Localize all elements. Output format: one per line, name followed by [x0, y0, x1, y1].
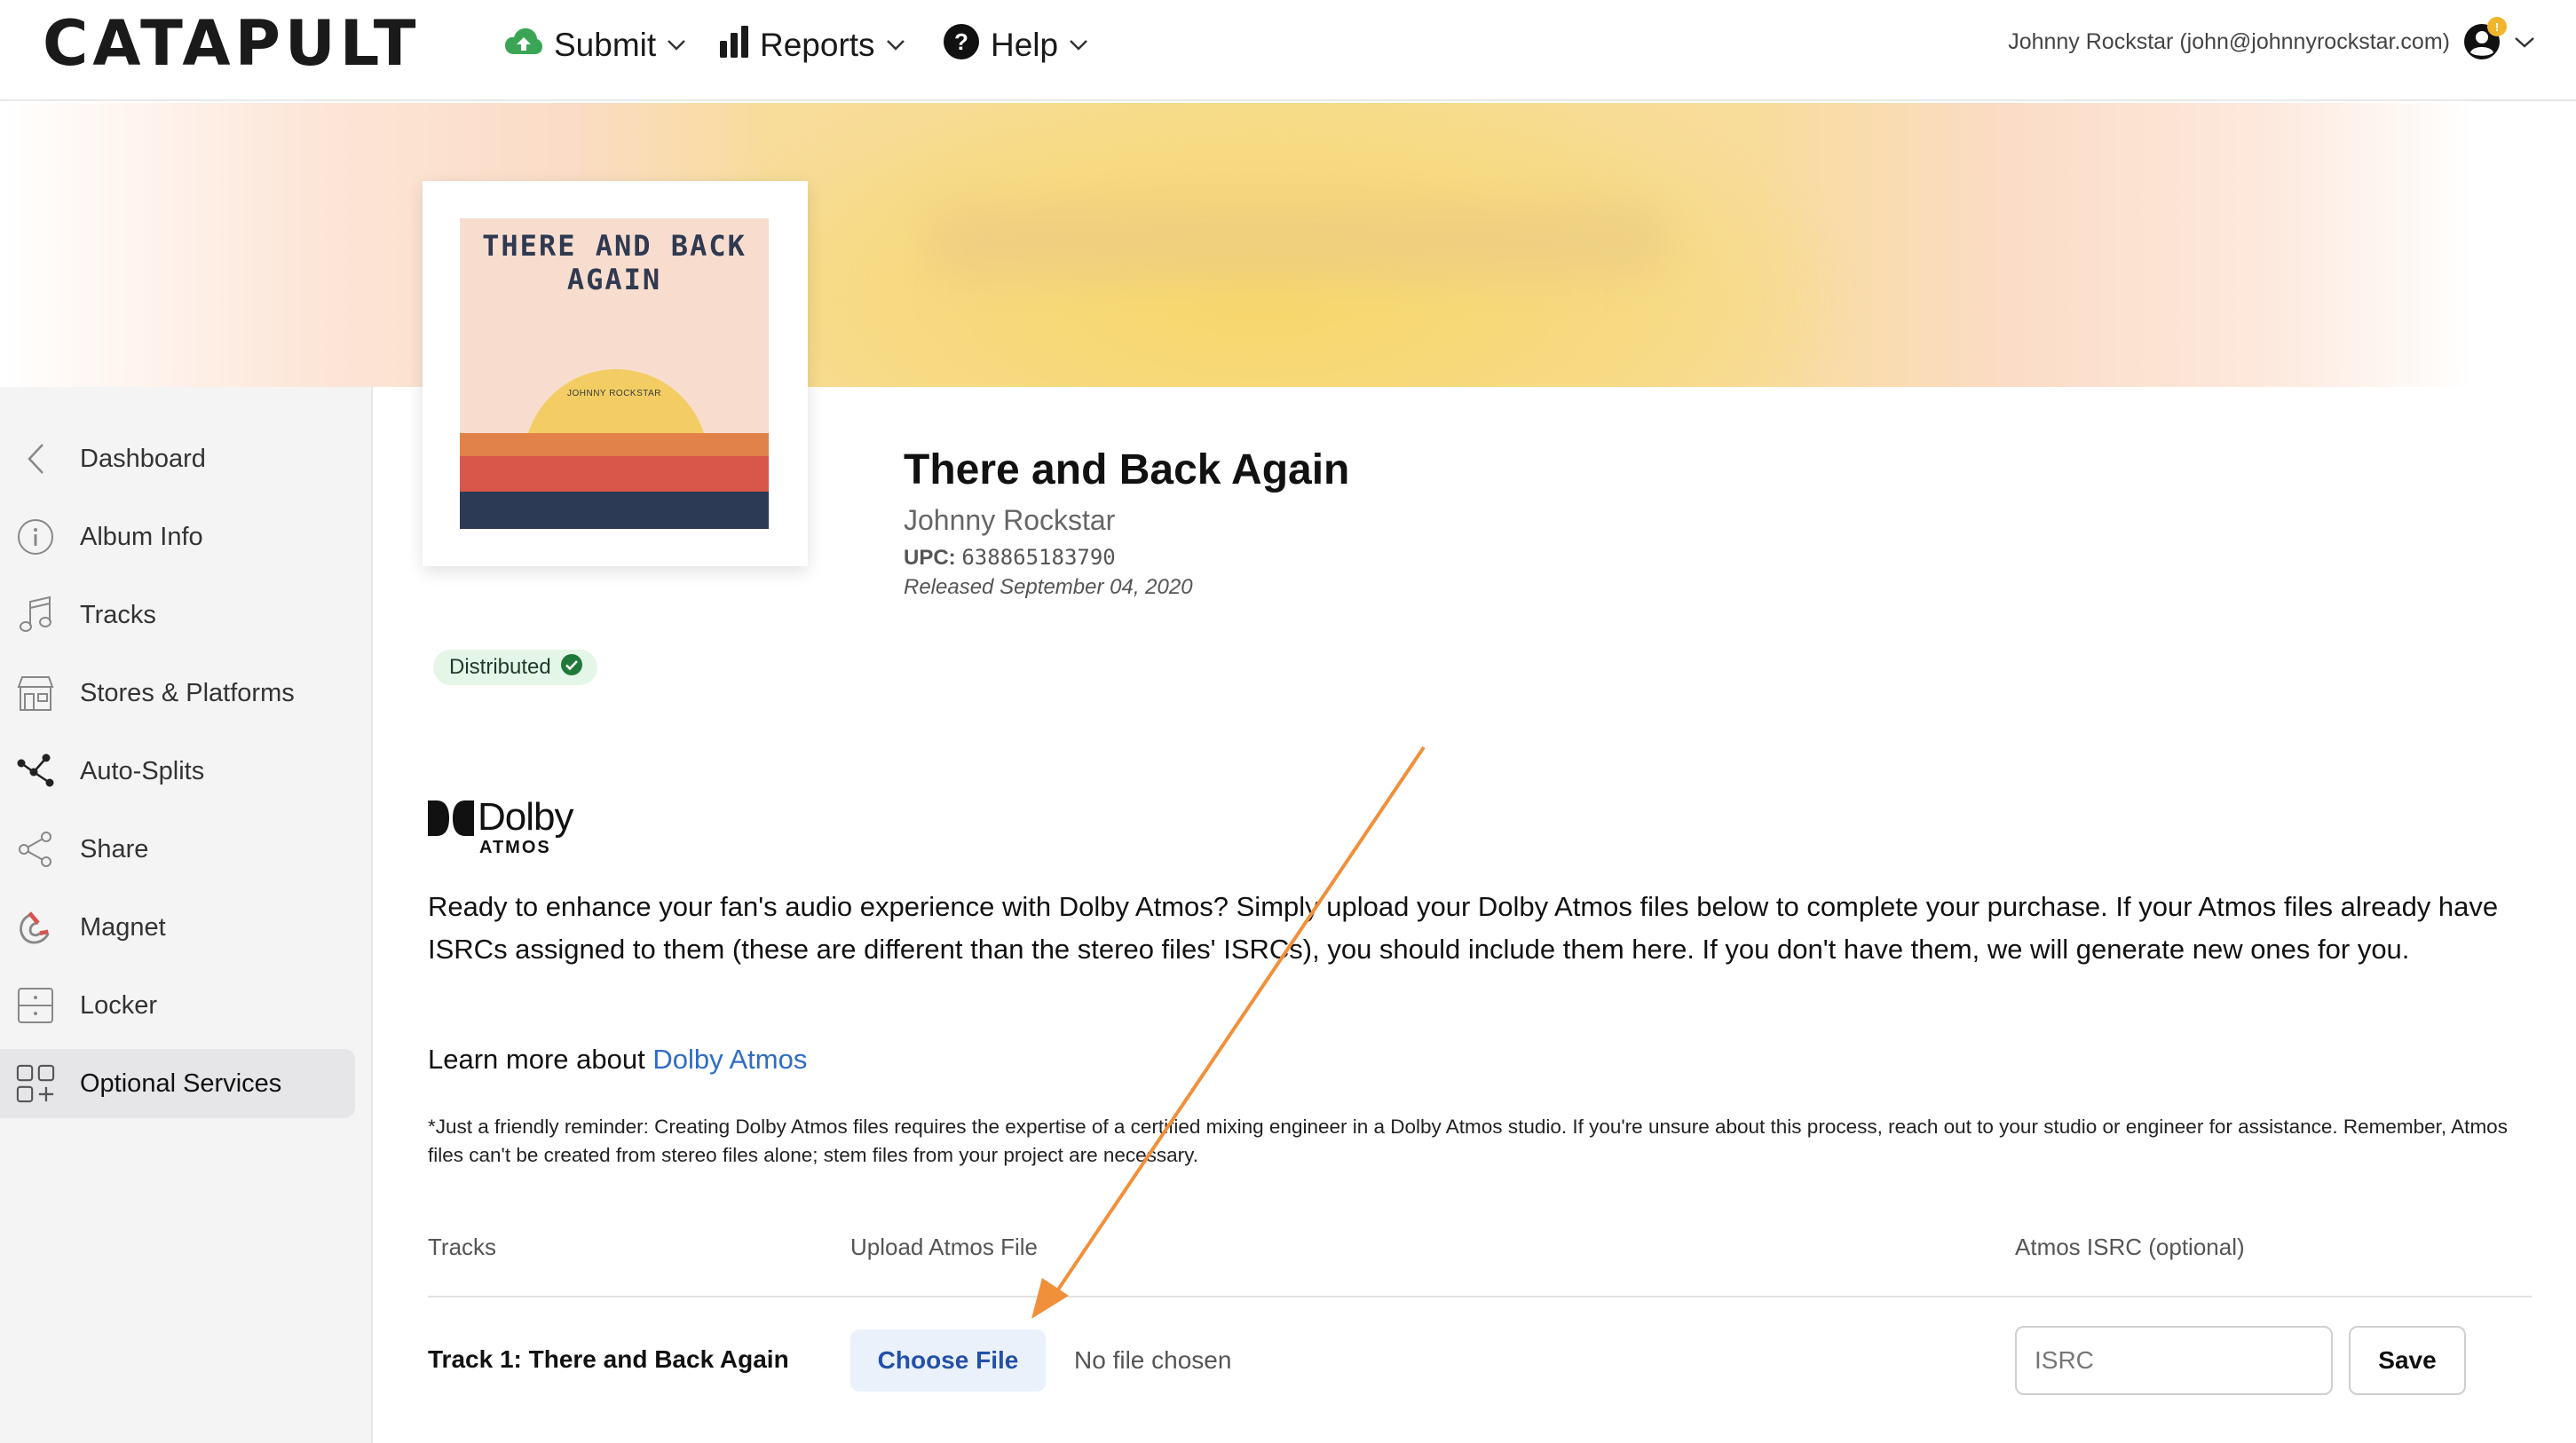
album-artist: Johnny Rockstar — [904, 504, 1116, 536]
sidebar-item-label: Share — [80, 834, 149, 863]
album-upc: UPC: 638865183790 — [904, 545, 1116, 571]
album-cover-stripe-navy — [460, 492, 769, 529]
isrc-input[interactable] — [2015, 1326, 2333, 1395]
atmos-wordmark: ATMOS — [479, 838, 551, 857]
sidebar-item-label: Tracks — [80, 600, 156, 629]
column-header-upload: Upload Atmos File — [850, 1234, 1038, 1260]
column-header-tracks: Tracks — [428, 1234, 497, 1260]
sidebar-item-magnet[interactable]: Magnet — [0, 893, 355, 962]
learn-more-text: Learn more about Dolby Atmos — [428, 1044, 807, 1076]
column-header-isrc: Atmos ISRC (optional) — [2015, 1234, 2245, 1260]
sidebar-item-label: Magnet — [80, 912, 166, 942]
store-icon — [16, 674, 55, 713]
sidebar: Dashboard Album Info Tracks Stores & Pla… — [0, 387, 373, 1443]
share-icon — [16, 830, 55, 869]
dolby-wordmark: Dolby — [478, 795, 573, 839]
grid-plus-icon — [16, 1064, 55, 1103]
chevron-left-icon — [16, 439, 55, 478]
album-cover-title: THERE AND BACK AGAIN — [482, 229, 747, 296]
music-note-icon — [16, 595, 55, 635]
sidebar-item-label: Dashboard — [80, 444, 206, 473]
user-menu[interactable]: Johnny Rockstar (john@johnnyrockstar.com… — [2008, 17, 2535, 64]
sidebar-item-label: Stores & Platforms — [80, 678, 295, 707]
save-button[interactable]: Save — [2349, 1326, 2466, 1395]
chevron-down-icon[interactable] — [2514, 29, 2535, 55]
chevron-down-icon — [1069, 39, 1088, 51]
upc-value: 638865183790 — [961, 545, 1116, 570]
sidebar-item-label: Auto-Splits — [80, 756, 205, 785]
upc-label: UPC: — [904, 546, 956, 570]
nav-submit[interactable]: Submit — [504, 23, 686, 67]
mixing-reminder: *Just a friendly reminder: Creating Dolb… — [428, 1116, 2508, 1166]
sidebar-item-locker[interactable]: Locker — [0, 971, 355, 1040]
album-cover-stripe-orange — [460, 433, 769, 456]
split-icon — [16, 752, 55, 791]
album-title: There and Back Again — [904, 446, 1350, 493]
choose-file-button[interactable]: Choose File — [850, 1329, 1046, 1392]
chevron-down-icon — [886, 39, 905, 51]
dolby-atmos-logo: Dolby ATMOS — [428, 795, 588, 857]
sidebar-item-share[interactable]: Share — [0, 815, 355, 884]
dolby-double-d-icon — [428, 800, 474, 836]
avatar[interactable]: ! — [2462, 17, 2507, 61]
annotation-arrow-shaft — [1051, 745, 1426, 1299]
bar-chart-icon — [719, 25, 749, 67]
status-label: Distributed — [449, 655, 551, 679]
track-name: Track 1: There and Back Again — [428, 1345, 789, 1373]
catapult-logo[interactable]: CATAPULT — [43, 12, 421, 75]
album-banner — [0, 103, 2576, 387]
info-icon — [16, 517, 55, 556]
svg-text:?: ? — [954, 28, 968, 55]
annotation-arrow-head — [1031, 1278, 1069, 1319]
learn-more-prefix: Learn more about — [428, 1044, 653, 1075]
album-cover-stripe-red — [460, 456, 769, 492]
sidebar-item-stores-platforms[interactable]: Stores & Platforms — [0, 658, 355, 728]
sidebar-item-label: Locker — [80, 990, 158, 1020]
album-cover[interactable]: THERE AND BACK AGAIN JOHNNY ROCKSTAR — [460, 218, 769, 529]
status-badge: Distributed — [433, 650, 597, 685]
sidebar-item-optional-services[interactable]: Optional Services — [0, 1049, 355, 1118]
banner-blurred-title — [923, 201, 1669, 280]
sidebar-item-auto-splits[interactable]: Auto-Splits — [0, 737, 355, 806]
table-divider — [428, 1296, 2532, 1297]
locker-icon — [16, 986, 55, 1025]
nav-reports[interactable]: Reports — [719, 23, 905, 67]
cloud-upload-icon — [504, 27, 543, 65]
check-circle-icon — [560, 653, 583, 682]
dolby-description: Ready to enhance your fan's audio experi… — [428, 891, 2499, 965]
nav-help-label: Help — [991, 27, 1059, 63]
nav-help[interactable]: ? Help — [943, 23, 1088, 67]
sidebar-item-tracks[interactable]: Tracks — [0, 580, 355, 650]
sidebar-item-dashboard[interactable]: Dashboard — [0, 424, 355, 493]
album-art-card: THERE AND BACK AGAIN JOHNNY ROCKSTAR — [423, 181, 808, 566]
nav-reports-label: Reports — [760, 27, 875, 63]
file-status: No file chosen — [1074, 1346, 1232, 1374]
top-bar: CATAPULT Submit Reports ? Help Johnny Ro… — [0, 0, 2576, 101]
sidebar-item-label: Album Info — [80, 522, 203, 551]
sidebar-item-label: Optional Services — [80, 1068, 282, 1098]
album-release-date: Released September 04, 2020 — [904, 575, 1193, 599]
dolby-atmos-link[interactable]: Dolby Atmos — [652, 1044, 807, 1075]
chevron-down-icon — [667, 39, 686, 51]
help-circle-icon: ? — [943, 23, 980, 68]
nav-submit-label: Submit — [554, 27, 657, 63]
magnet-icon — [16, 908, 55, 947]
notification-badge: ! — [2487, 17, 2507, 36]
album-cover-artist: JOHNNY ROCKSTAR — [566, 389, 662, 398]
user-name: Johnny Rockstar (john@johnnyrockstar.com… — [2008, 28, 2450, 54]
sidebar-item-album-info[interactable]: Album Info — [0, 502, 355, 572]
